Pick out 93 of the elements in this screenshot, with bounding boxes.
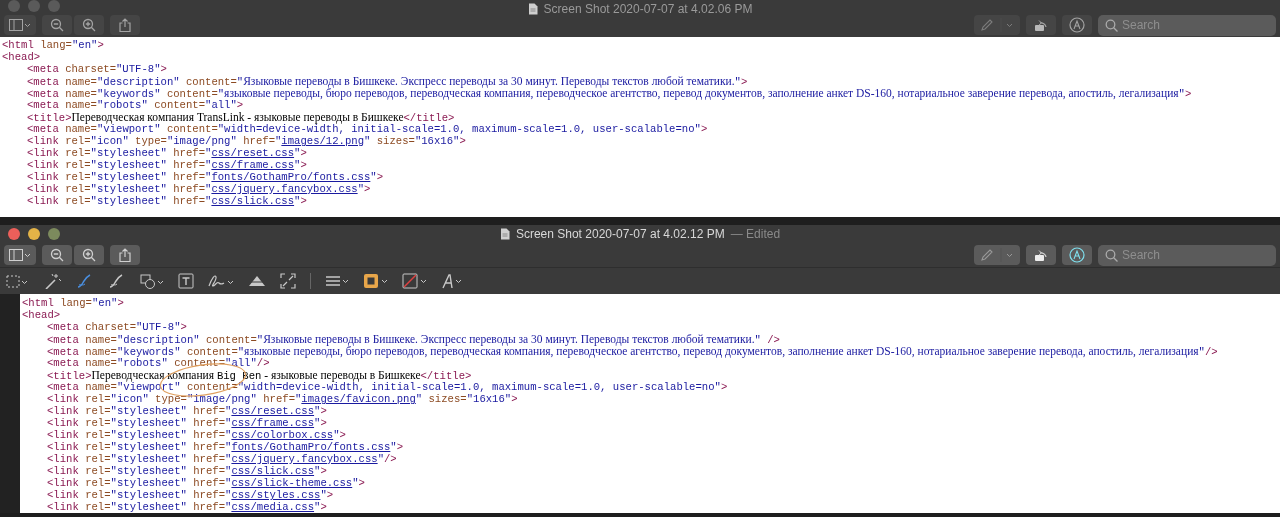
zoom-out-icon: [50, 248, 64, 262]
window-title: Screen Shot 2020-07-07 at 4.02.06 PM: [543, 1, 753, 18]
markup-icon: [1069, 247, 1085, 263]
font-icon[interactable]: [441, 273, 462, 289]
code-link[interactable]: css/jquery.fancybox.css: [211, 183, 358, 195]
code-link[interactable]: css/colorbox.css: [231, 429, 334, 441]
code-line: <meta name="keywords" content="языковые переводы, бюро переводов, переводческая компания, переводческое агентство, перевод документов, заполнение анкет DS-160, нотариальное заверение перевода, апостиль, легализация"/>: [46, 345, 1219, 357]
code-line: <link rel="stylesheet" href="css/reset.css">: [46, 405, 328, 417]
shapes-icon[interactable]: [140, 273, 164, 289]
signature-icon[interactable]: [208, 273, 234, 289]
code-line: <link rel="stylesheet" href="css/frame.css">: [26, 159, 308, 171]
pen-icon: [979, 248, 1015, 262]
sidebar-button[interactable]: [4, 245, 36, 265]
fill-color-icon[interactable]: [402, 273, 427, 289]
sidebar-icon: [9, 19, 31, 31]
rotate-button[interactable]: [1026, 15, 1056, 35]
code-link[interactable]: css/frame.css: [211, 159, 295, 171]
search-icon: [1105, 248, 1118, 262]
code-line: <meta name="keywords" content="языковые переводы, бюро переводов, переводческая компания, переводческое агентство, перевод документов, заполнение анкет DS-160, нотариальное заверение перевода, апостиль, легализация">: [26, 87, 1193, 99]
search-icon: [1105, 18, 1118, 32]
code-link[interactable]: css/slick.css: [211, 195, 295, 207]
code-line: <link rel="icon" type="image/png" href="images/favicon.png" sizes="16x16">: [46, 393, 519, 405]
code-line: <meta name="robots" content="all"/>: [46, 357, 271, 369]
code-line: <link rel="stylesheet" href="css/slick.css">: [46, 465, 328, 477]
code-link[interactable]: css/styles.css: [231, 489, 321, 501]
code-link[interactable]: css/media.css: [231, 501, 315, 513]
code-line: <html lang="en">: [22, 297, 125, 309]
minimize-button[interactable]: [28, 228, 40, 240]
close-button[interactable]: [8, 228, 20, 240]
zoom-in-button[interactable]: [74, 245, 104, 265]
rotate-icon: [1034, 248, 1048, 262]
code-line: <link rel="stylesheet" href="css/jquery.fancybox.css">: [26, 183, 372, 195]
code-line: <head>: [22, 309, 62, 321]
code-line: <title>Переводческая компания Big Ben - языковые переводы в Бишкеке</title>: [22, 369, 1280, 381]
code-line: <meta name="description" content="Языковые переводы в Бишкеке. Экспресс переводы за 30 минут. Переводы текстов любой тематики.">: [26, 75, 749, 87]
edited-label: — Edited: [730, 226, 781, 243]
zoom-out-button[interactable]: [42, 15, 72, 35]
code-line: <link rel="stylesheet" href="fonts/GothamPro/fonts.css">: [26, 171, 385, 183]
code-line: <meta charset="UTF-8">: [46, 321, 188, 333]
zoom-out-button[interactable]: [42, 245, 72, 265]
document-icon: [499, 228, 510, 240]
selection-icon[interactable]: [6, 273, 28, 289]
code-link[interactable]: fonts/GothamPro/fonts.css: [211, 171, 371, 183]
code-line: <link rel="stylesheet" href="css/slick.css">: [26, 195, 308, 207]
rotate-button[interactable]: [1026, 245, 1056, 265]
code-link[interactable]: css/reset.css: [211, 147, 295, 159]
code-line: <link rel="icon" type="image/png" href="images/12.png" sizes="16x16">: [26, 135, 467, 147]
share-icon: [119, 248, 131, 262]
code-line: <link rel="stylesheet" href="fonts/GothamPro/fonts.css">: [46, 441, 405, 453]
zoom-out-icon: [50, 18, 64, 32]
resize-icon[interactable]: [280, 273, 296, 289]
share-button[interactable]: [110, 245, 140, 265]
markup-button[interactable]: [1062, 245, 1092, 265]
line-style-icon[interactable]: [325, 273, 349, 289]
code-line: <link rel="stylesheet" href="css/jquery.fancybox.css"/>: [46, 453, 398, 465]
code-link[interactable]: css/jquery.fancybox.css: [231, 453, 378, 465]
zoom-in-icon: [82, 18, 96, 32]
markup-icon: [1069, 17, 1085, 33]
share-button[interactable]: [110, 15, 140, 35]
sidebar-button[interactable]: [4, 15, 36, 35]
code-line: <link rel="stylesheet" href="css/colorbox.css">: [46, 429, 347, 441]
code-line: <head>: [2, 51, 42, 63]
code-link[interactable]: fonts/GothamPro/fonts.css: [231, 441, 391, 453]
code-line: <meta name="robots" content="all">: [26, 99, 245, 111]
border-color-icon[interactable]: [363, 273, 388, 289]
code-link[interactable]: css/slick.css: [231, 465, 315, 477]
code-line: <meta name="viewport" content="width=device-width, initial-scale=1.0, maximum-scale=1.0, user-scalable=no">: [26, 123, 709, 135]
code-line: <title>Переводческая компания TransLink - языковые переводы в Бишкеке</title>: [26, 111, 455, 123]
rotate-icon: [1034, 18, 1048, 32]
pen-menu-button[interactable]: [974, 245, 1020, 265]
code-line: <link rel="stylesheet" href="css/reset.css">: [26, 147, 308, 159]
code-line: <link rel="stylesheet" href="css/styles.css">: [46, 489, 335, 501]
zoom-in-icon: [82, 248, 96, 262]
sidebar-icon: [9, 249, 31, 261]
code-link[interactable]: images/12.png: [281, 135, 364, 147]
zoom-button[interactable]: [48, 228, 60, 240]
code-link[interactable]: css/slick-theme.css: [231, 477, 353, 489]
code-line: <link rel="stylesheet" href="css/slick-theme.css">: [46, 477, 366, 489]
code-line: <link rel="stylesheet" href="css/frame.css">: [46, 417, 328, 429]
pen-icon: [979, 18, 1015, 32]
code-link[interactable]: css/reset.css: [231, 405, 315, 417]
window-title: Screen Shot 2020-07-07 at 4.02.12 PM: [515, 226, 725, 243]
text-box-icon[interactable]: [178, 273, 194, 289]
document-icon: [527, 3, 538, 15]
code-line: <link rel="stylesheet" href="css/media.css">: [46, 501, 328, 513]
code-line: <meta name="description" content="Языковые переводы в Бишкеке. Экспресс переводы за 30 минут. Переводы текстов любой тематики." />: [46, 333, 781, 345]
code-link[interactable]: css/frame.css: [231, 417, 315, 429]
share-icon: [119, 18, 131, 32]
code-line: <html lang="en">: [2, 39, 105, 51]
code-line: <meta charset="UTF-8">: [26, 63, 168, 75]
zoom-in-button[interactable]: [74, 15, 104, 35]
code-link[interactable]: images/favicon.png: [301, 393, 416, 405]
markup-button[interactable]: [1062, 15, 1092, 35]
